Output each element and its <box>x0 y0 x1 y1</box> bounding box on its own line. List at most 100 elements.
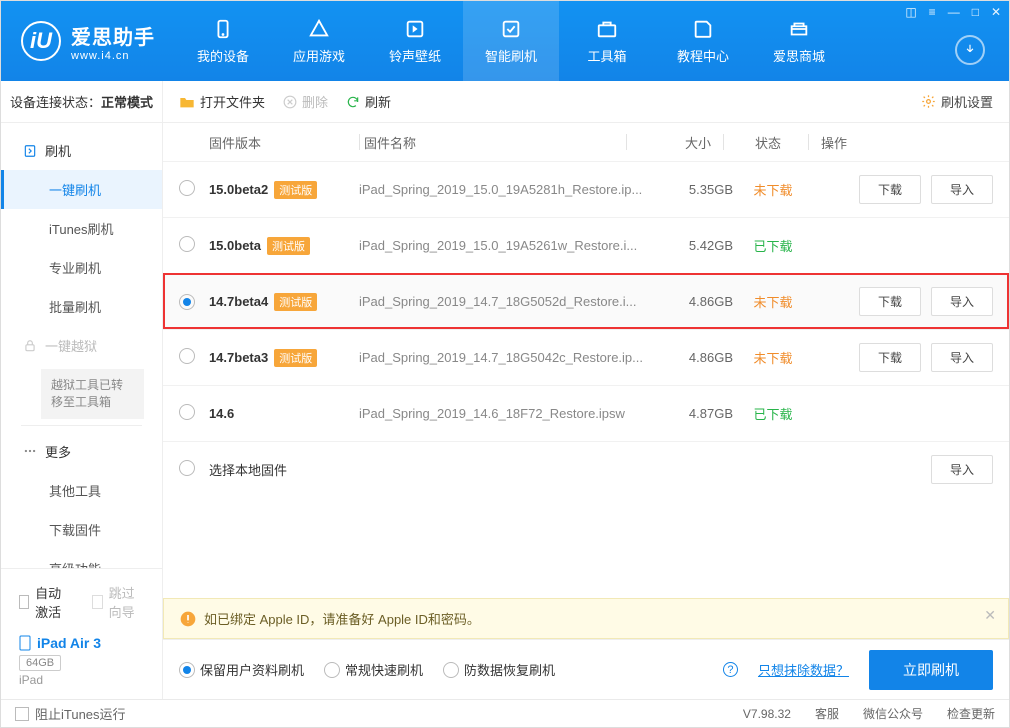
nav-6[interactable]: 爱思商城 <box>751 1 847 81</box>
th-version[interactable]: 固件版本 <box>209 133 359 152</box>
sidebar: 设备连接状态： 正常模式 刷机 一键刷机iTunes刷机专业刷机批量刷机 一键越… <box>1 81 163 699</box>
row-radio[interactable] <box>179 180 195 196</box>
nav-2[interactable]: 铃声壁纸 <box>367 1 463 81</box>
status-link-1[interactable]: 微信公众号 <box>863 705 923 722</box>
fw-status: 已下载 <box>733 236 813 255</box>
apple-id-tip: 如已绑定 Apple ID，请准备好 Apple ID和密码。 ✕ <box>163 598 1009 639</box>
fw-name: iPad_Spring_2019_14.7_18G5052d_Restore.i… <box>359 294 653 309</box>
table-row[interactable]: 15.0beta2测试版iPad_Spring_2019_15.0_19A528… <box>163 161 1009 217</box>
row-radio[interactable] <box>179 294 195 310</box>
sidebar-more-0[interactable]: 其他工具 <box>1 471 162 510</box>
sidebar-section-flash[interactable]: 刷机 <box>1 131 162 170</box>
status-link-0[interactable]: 客服 <box>815 705 839 722</box>
win-menu-icon[interactable]: ≡ <box>929 5 936 19</box>
fw-version: 14.7beta3 <box>209 350 268 365</box>
fw-size: 5.35GB <box>653 182 733 197</box>
app-header: ◫ ≡ — □ ✕ iU 爱思助手 www.i4.cn 我的设备应用游戏铃声壁纸… <box>1 1 1009 81</box>
beta-badge: 测试版 <box>274 349 317 367</box>
gear-icon <box>921 94 936 109</box>
fw-status: 未下载 <box>733 292 813 311</box>
sidebar-bottom: 自动激活 跳过向导 iPad Air 3 64GB iPad <box>1 568 162 699</box>
option-radio[interactable] <box>443 662 459 678</box>
delete-icon <box>283 95 297 109</box>
nav-icon-1 <box>307 18 331 40</box>
status-link-2[interactable]: 检查更新 <box>947 705 995 722</box>
table-row[interactable]: 15.0beta测试版iPad_Spring_2019_15.0_19A5261… <box>163 217 1009 273</box>
sidebar-flash-label: 刷机 <box>45 141 71 160</box>
firmware-table: 固件版本 固件名称 大小 状态 操作 15.0beta2测试版iPad_Spri… <box>163 123 1009 598</box>
flash-option-0[interactable]: 保留用户资料刷机 <box>179 660 304 679</box>
download-button[interactable]: 下载 <box>859 287 921 316</box>
sidebar-flash-2[interactable]: 专业刷机 <box>1 248 162 287</box>
app-url: www.i4.cn <box>71 50 155 62</box>
win-min-icon[interactable]: — <box>948 5 960 19</box>
skip-guide-checkbox[interactable]: 跳过向导 <box>88 577 161 627</box>
help-icon[interactable]: ? <box>723 662 738 677</box>
device-type: iPad <box>19 673 144 687</box>
nav-5[interactable]: 教程中心 <box>655 1 751 81</box>
content-pane: 打开文件夹 删除 刷新 刷机设置 固件版本 固件名称 <box>163 81 1009 699</box>
import-button[interactable]: 导入 <box>931 175 993 204</box>
row-radio[interactable] <box>179 404 195 420</box>
local-firmware-row[interactable]: 选择本地固件 导入 <box>163 441 1009 497</box>
flash-option-2[interactable]: 防数据恢复刷机 <box>443 660 555 679</box>
th-status[interactable]: 状态 <box>728 133 808 152</box>
import-button[interactable]: 导入 <box>931 343 993 372</box>
win-max-icon[interactable]: □ <box>972 5 979 19</box>
option-radio[interactable] <box>179 662 195 678</box>
tip-close-icon[interactable]: ✕ <box>984 607 996 624</box>
sidebar-flash-1[interactable]: iTunes刷机 <box>1 209 162 248</box>
sidebar-flash-0[interactable]: 一键刷机 <box>1 170 162 209</box>
flash-option-1[interactable]: 常规快速刷机 <box>324 660 423 679</box>
toolbar: 打开文件夹 删除 刷新 刷机设置 <box>163 81 1009 123</box>
erase-data-link[interactable]: 只想抹除数据？ <box>758 660 849 679</box>
option-radio[interactable] <box>324 662 340 678</box>
row-radio[interactable] <box>179 236 195 252</box>
sidebar-flash-3[interactable]: 批量刷机 <box>1 287 162 326</box>
table-row[interactable]: 14.7beta3测试版iPad_Spring_2019_14.7_18G504… <box>163 329 1009 385</box>
delete-button[interactable]: 删除 <box>283 92 328 111</box>
logo-icon: iU <box>21 21 61 61</box>
row-radio[interactable] <box>179 348 195 364</box>
open-folder-button[interactable]: 打开文件夹 <box>179 92 265 111</box>
win-close-icon[interactable]: ✕ <box>991 5 1001 19</box>
nav-0[interactable]: 我的设备 <box>175 1 271 81</box>
nav-4[interactable]: 工具箱 <box>559 1 655 81</box>
nav-icon-6 <box>787 18 811 40</box>
radio-local[interactable] <box>179 460 195 476</box>
fw-name: iPad_Spring_2019_15.0_19A5261w_Restore.i… <box>359 238 653 253</box>
th-name[interactable]: 固件名称 <box>364 133 626 152</box>
sidebar-more-1[interactable]: 下载固件 <box>1 510 162 549</box>
device-block[interactable]: iPad Air 3 64GB iPad <box>1 627 162 691</box>
table-row[interactable]: 14.7beta4测试版iPad_Spring_2019_14.7_18G505… <box>163 273 1009 329</box>
win-tshirt-icon[interactable]: ◫ <box>905 5 916 19</box>
fw-version: 14.7beta4 <box>209 294 268 309</box>
import-button[interactable]: 导入 <box>931 455 993 484</box>
import-button[interactable]: 导入 <box>931 287 993 316</box>
nav-3[interactable]: 智能刷机 <box>463 1 559 81</box>
fw-version: 14.6 <box>209 406 234 421</box>
nav-icon-4 <box>595 18 619 40</box>
flash-now-button[interactable]: 立即刷机 <box>869 650 993 690</box>
download-button[interactable]: 下载 <box>859 175 921 204</box>
device-storage: 64GB <box>19 655 61 671</box>
nav-icon-2 <box>403 18 427 40</box>
sidebar-section-more[interactable]: 更多 <box>1 432 162 471</box>
device-status-value: 正常模式 <box>101 92 153 111</box>
action-bar: 保留用户资料刷机 常规快速刷机 防数据恢复刷机 ? 只想抹除数据？ 立即刷机 <box>163 639 1009 699</box>
table-row[interactable]: 14.6iPad_Spring_2019_14.6_18F72_Restore.… <box>163 385 1009 441</box>
flash-settings-button[interactable]: 刷机设置 <box>921 92 993 111</box>
main-area: 设备连接状态： 正常模式 刷机 一键刷机iTunes刷机专业刷机批量刷机 一键越… <box>1 81 1009 699</box>
download-button[interactable]: 下载 <box>859 343 921 372</box>
auto-activate-checkbox[interactable]: 自动激活 <box>1 577 88 627</box>
th-ops[interactable]: 操作 <box>813 133 993 152</box>
app-logo[interactable]: iU 爱思助手 www.i4.cn <box>1 1 175 81</box>
th-size[interactable]: 大小 <box>631 133 711 152</box>
refresh-button[interactable]: 刷新 <box>346 92 391 111</box>
sidebar-more-2[interactable]: 高级功能 <box>1 549 162 568</box>
main-nav: 我的设备应用游戏铃声壁纸智能刷机工具箱教程中心爱思商城 <box>175 1 1009 81</box>
block-itunes-checkbox[interactable]: 阻止iTunes运行 <box>15 704 126 723</box>
download-progress-icon[interactable] <box>955 35 985 65</box>
app-name: 爱思助手 <box>71 21 155 50</box>
nav-1[interactable]: 应用游戏 <box>271 1 367 81</box>
